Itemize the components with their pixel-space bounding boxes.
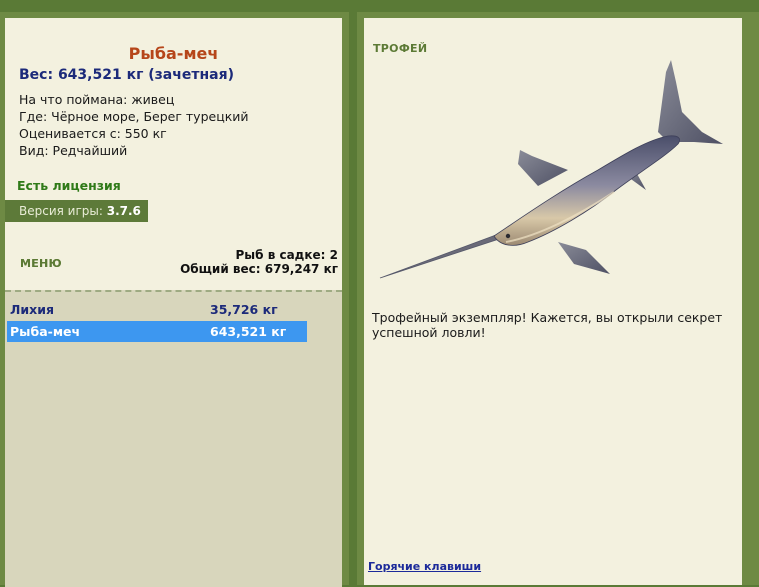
version-value: 3.7.6	[106, 204, 141, 218]
fish-location: Где: Чёрное море, Берег турецкий	[19, 109, 249, 124]
catch-list: Лихия 35,726 кг Рыба-меч 643,521 кг	[5, 290, 342, 587]
trophy-description: Трофейный экземпляр! Кажется, вы открыли…	[372, 310, 723, 340]
keep-stats: Рыб в садке: 2 Общий вес: 679,247 кг	[180, 248, 338, 276]
catch-weight: 643,521 кг	[210, 324, 287, 339]
license-status: Есть лицензия	[17, 178, 121, 193]
keep-count: Рыб в садке: 2	[235, 248, 339, 262]
fish-weight: Вес: 643,521 кг (зачетная)	[19, 67, 234, 83]
fish-info-panel: Рыба-меч Вес: 643,521 кг (зачетная) На ч…	[5, 18, 342, 587]
version-bar: Версия игры: 3.7.6	[5, 200, 148, 222]
hotkeys-link[interactable]: Горячие клавиши	[368, 560, 481, 573]
version-label: Версия игры:	[19, 204, 103, 218]
catch-name: Лихия	[10, 302, 54, 317]
keep-total-weight: Общий вес: 679,247 кг	[180, 262, 338, 276]
catch-name: Рыба-меч	[10, 324, 81, 339]
trophy-panel: ТРОФЕЙ Трофейный экземпляр! Кажется, вы …	[364, 18, 742, 585]
catch-weight: 35,726 кг	[210, 302, 278, 317]
fish-rated-from: Оценивается с: 550 кг	[19, 126, 167, 141]
catch-list-item-selected[interactable]: Рыба-меч 643,521 кг	[7, 321, 307, 342]
menu-button[interactable]: МЕНЮ	[20, 257, 62, 270]
fish-bait: На что поймана: живец	[19, 92, 175, 107]
fish-details: На что поймана: живец Где: Чёрное море, …	[19, 91, 249, 159]
swordfish-image	[379, 60, 723, 279]
fish-name: Рыба-меч	[128, 44, 219, 63]
catch-list-item[interactable]: Лихия 35,726 кг	[7, 299, 307, 320]
fish-kind: Вид: Редчайший	[19, 143, 128, 158]
